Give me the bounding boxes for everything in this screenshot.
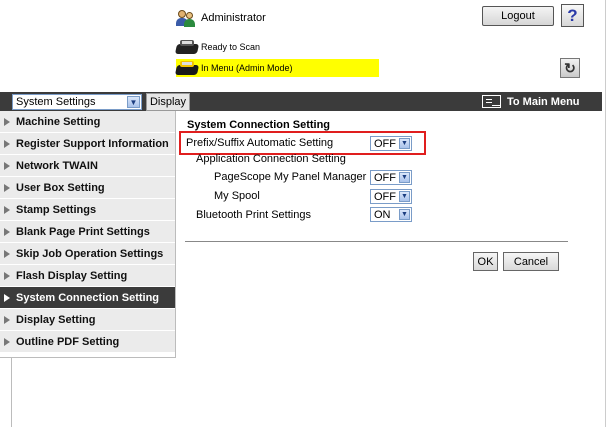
triangle-right-icon	[4, 249, 10, 258]
user-label: Administrator	[201, 12, 266, 24]
triangle-right-icon	[4, 205, 10, 214]
page-title: System Connection Setting	[187, 119, 331, 131]
triangle-right-icon	[4, 139, 10, 148]
right-edge-divider	[605, 0, 606, 427]
chevron-down-icon: ▼	[399, 172, 410, 183]
printer-warning-icon	[174, 60, 200, 76]
sidebar-item-label: Stamp Settings	[16, 203, 97, 216]
my-spool-label: My Spool	[214, 190, 260, 202]
status-mode-text: In Menu (Admin Mode)	[201, 63, 293, 73]
sidebar-item-machine-setting[interactable]: Machine Setting	[0, 111, 175, 133]
triangle-right-icon	[4, 337, 10, 346]
user-info: Administrator	[176, 6, 266, 30]
prefix-suffix-label: Prefix/Suffix Automatic Setting	[186, 137, 334, 149]
prefix-suffix-select[interactable]: OFF ▼	[370, 136, 412, 151]
sidebar-item-label: User Box Setting	[16, 181, 105, 194]
my-spool-value: OFF	[374, 190, 396, 203]
category-select-value: System Settings	[16, 96, 96, 108]
sidebar-item-label: Network TWAIN	[16, 159, 98, 172]
sidebar-item-register-support-information[interactable]: Register Support Information	[0, 133, 175, 155]
sidebar-item-label: Flash Display Setting	[16, 269, 128, 282]
sidebar-item-blank-page-print-settings[interactable]: Blank Page Print Settings	[0, 221, 175, 243]
sidebar-divider	[0, 357, 176, 358]
refresh-button[interactable]: ↻	[560, 58, 580, 78]
triangle-right-icon	[4, 271, 10, 280]
to-main-menu-label: To Main Menu	[507, 95, 580, 108]
printer-icon	[174, 39, 200, 55]
status-ready: Ready to Scan	[174, 38, 261, 56]
sidebar-item-label: Blank Page Print Settings	[16, 225, 150, 238]
triangle-right-icon	[4, 183, 10, 192]
chevron-down-icon: ▼	[399, 138, 410, 149]
my-spool-select[interactable]: OFF ▼	[370, 189, 412, 204]
category-select[interactable]: System Settings ▼	[12, 94, 142, 110]
main-menu-icon	[482, 95, 501, 108]
display-button[interactable]: Display	[146, 93, 190, 111]
ok-button[interactable]: OK	[473, 252, 498, 271]
sidebar-item-label: Outline PDF Setting	[16, 335, 120, 348]
sidebar-item-system-connection-setting[interactable]: System Connection Setting	[0, 287, 175, 309]
pagescope-label: PageScope My Panel Manager	[214, 171, 367, 183]
logout-button[interactable]: Logout	[482, 6, 554, 26]
cancel-button[interactable]: Cancel	[503, 252, 559, 271]
sidebar-item-label: System Connection Setting	[16, 291, 160, 304]
application-connection-label: Application Connection Setting	[196, 153, 346, 165]
sidebar-item-label: Machine Setting	[16, 115, 101, 128]
to-main-menu-button[interactable]: To Main Menu	[482, 92, 580, 111]
sidebar-item-user-box-setting[interactable]: User Box Setting	[0, 177, 175, 199]
sidebar: Machine Setting Register Support Informa…	[0, 111, 176, 358]
left-divider	[11, 357, 12, 427]
sidebar-item-flash-display-setting[interactable]: Flash Display Setting	[0, 265, 175, 287]
chevron-down-icon: ▼	[399, 209, 410, 220]
sidebar-item-label: Skip Job Operation Settings	[16, 247, 164, 260]
sidebar-item-label: Display Setting	[16, 313, 96, 326]
administrator-icon	[176, 9, 196, 27]
sidebar-item-network-twain[interactable]: Network TWAIN	[0, 155, 175, 177]
sidebar-item-skip-job-operation-settings[interactable]: Skip Job Operation Settings	[0, 243, 175, 265]
help-button[interactable]: ?	[561, 4, 584, 27]
refresh-icon: ↻	[564, 59, 576, 76]
pagescope-value: OFF	[374, 171, 396, 184]
status-mode-banner: In Menu (Admin Mode)	[174, 59, 379, 77]
bluetooth-print-value: ON	[374, 208, 391, 221]
chevron-down-icon: ▼	[399, 191, 410, 202]
content-divider	[185, 241, 568, 242]
sidebar-item-outline-pdf-setting[interactable]: Outline PDF Setting	[0, 331, 175, 353]
status-ready-text: Ready to Scan	[201, 42, 261, 52]
prefix-suffix-value: OFF	[374, 137, 396, 150]
bluetooth-print-select[interactable]: ON ▼	[370, 207, 412, 222]
triangle-right-icon	[4, 227, 10, 236]
bluetooth-print-label: Bluetooth Print Settings	[196, 209, 311, 221]
triangle-right-icon	[4, 161, 10, 170]
sidebar-item-display-setting[interactable]: Display Setting	[0, 309, 175, 331]
triangle-right-icon	[4, 315, 10, 324]
pagescope-select[interactable]: OFF ▼	[370, 170, 412, 185]
chevron-down-icon: ▼	[127, 96, 140, 108]
triangle-right-icon	[4, 117, 10, 126]
triangle-right-icon	[4, 293, 10, 302]
sidebar-item-stamp-settings[interactable]: Stamp Settings	[0, 199, 175, 221]
sidebar-item-label: Register Support Information	[16, 137, 169, 150]
